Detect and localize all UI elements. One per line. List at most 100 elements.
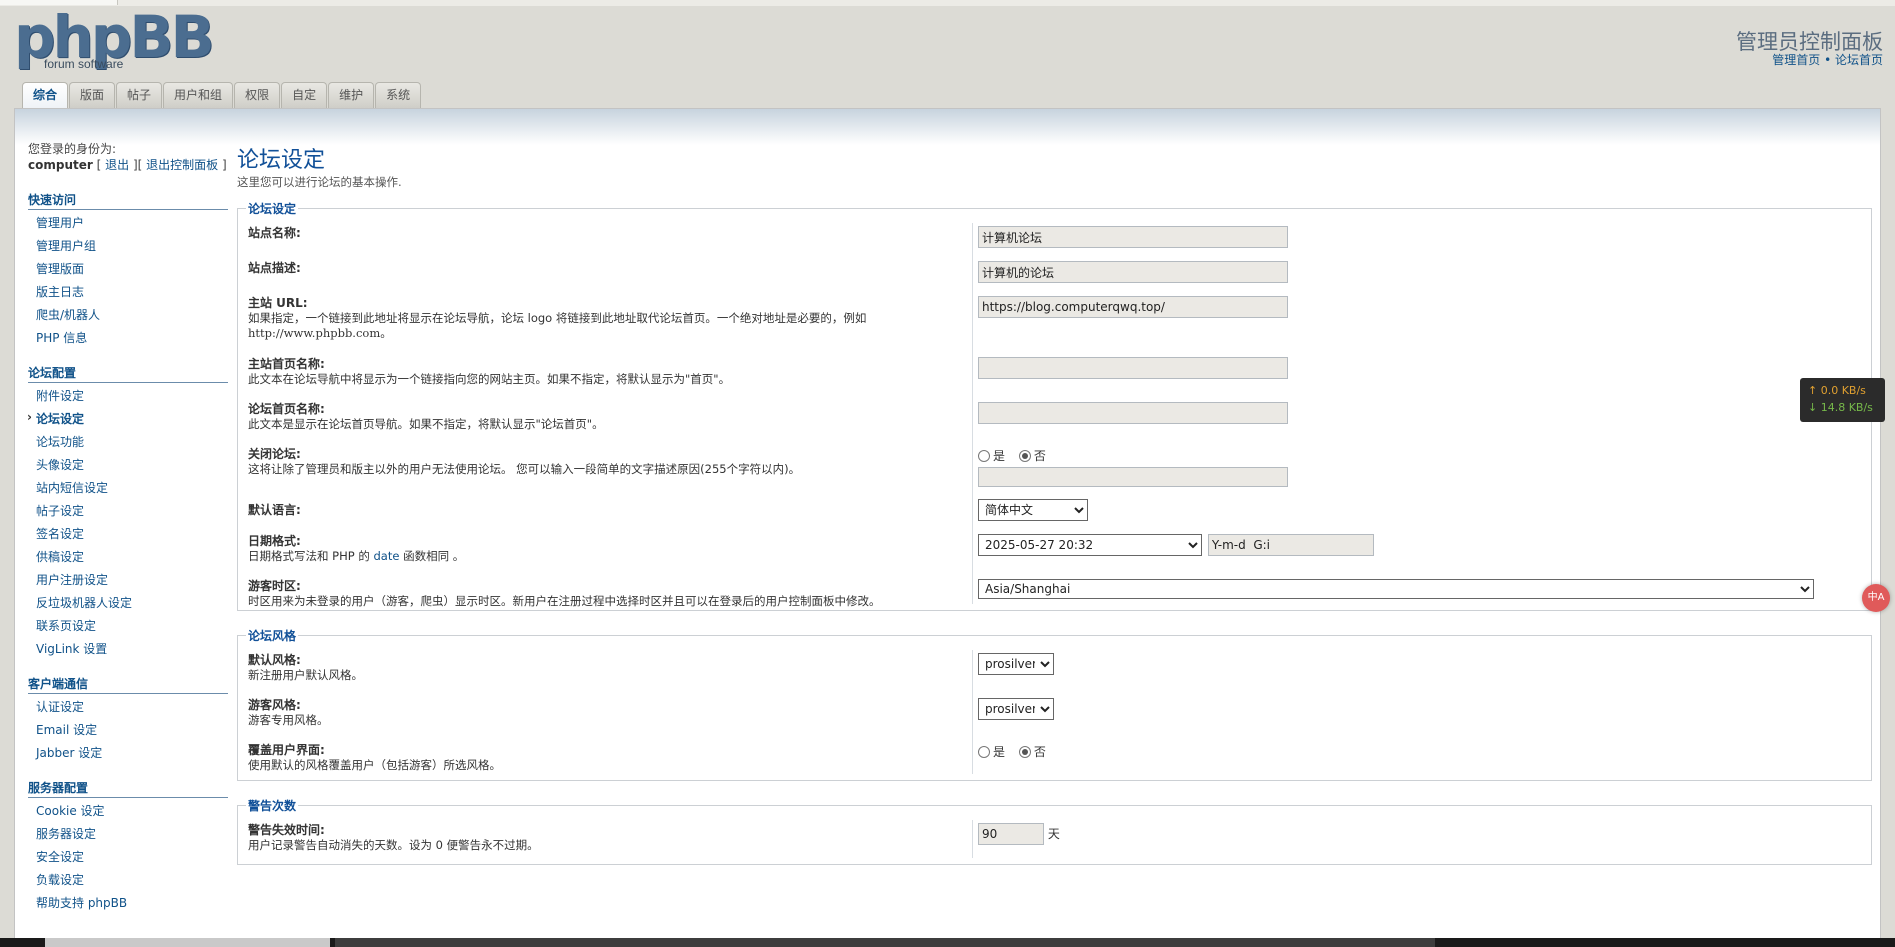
- disable-no-radio[interactable]: 否: [1018, 447, 1046, 464]
- tab-system[interactable]: 系统: [375, 82, 422, 108]
- sidebar-item-php-info[interactable]: PHP 信息: [28, 327, 228, 350]
- override-yes-radio[interactable]: 是: [978, 743, 1005, 760]
- sidebar-item-avatars[interactable]: 头像设定: [28, 454, 228, 477]
- acp-index-link[interactable]: 管理首页: [1772, 53, 1820, 67]
- sidebar-item-server[interactable]: 服务器设定: [28, 823, 228, 846]
- desc-guest-timezone: 时区用来为未登录的用户（游客，爬虫）显示时区。新用户在注册过程中选择时区并且可以…: [248, 594, 881, 608]
- tab-general[interactable]: 综合: [22, 82, 69, 109]
- row-board-index: 论坛首页名称: 此文本是显示在论坛首页导航。如果不指定，将默认显示"论坛首页"。: [238, 399, 1871, 444]
- sidebar-item-attachments[interactable]: 附件设定: [28, 385, 228, 408]
- board-index-input[interactable]: [978, 402, 1288, 424]
- sidebar-item-jabber[interactable]: Jabber 设定: [28, 742, 228, 765]
- label-site-name: 站点名称:: [248, 226, 301, 240]
- sidebar-item-spambot[interactable]: 反垃圾机器人设定: [28, 592, 228, 615]
- row-override-style: 覆盖用户界面: 使用默认的风格覆盖用户（包括游客）所选风格。 是 否: [238, 740, 1871, 774]
- date-format-input[interactable]: [1207, 534, 1374, 556]
- radio-dot: [978, 745, 990, 758]
- disable-msg-input[interactable]: [978, 466, 1288, 487]
- radio-label: 是: [993, 745, 1006, 759]
- sidebar-item-manage-forums[interactable]: 管理版面: [28, 258, 228, 281]
- guest-style-select[interactable]: prosilver: [978, 698, 1054, 720]
- sidebar-item-auth[interactable]: 认证设定: [28, 696, 228, 719]
- legend-board-style: 论坛风格: [248, 629, 297, 643]
- label-default-style: 默认风格:: [248, 653, 301, 667]
- default-lang-select[interactable]: 简体中文: [978, 499, 1088, 521]
- sidebar-item-signatures[interactable]: 签名设定: [28, 523, 228, 546]
- label-site-desc: 站点描述:: [248, 261, 301, 275]
- sidebar-item-pm-settings[interactable]: 站内短信设定: [28, 477, 228, 500]
- menu-head-board-config: 论坛配置: [28, 364, 228, 383]
- sidebar-item-post-settings[interactable]: 帖子设定: [28, 500, 228, 523]
- label-board-index: 论坛首页名称:: [248, 402, 325, 416]
- radio-label: 是: [993, 449, 1006, 463]
- desc-warning-expire: 用户记录警告自动消失的天数。设为 0 便警告永不过期。: [248, 838, 539, 852]
- board-index-link[interactable]: 论坛首页: [1835, 53, 1883, 67]
- tab-customise[interactable]: 自定: [281, 82, 328, 108]
- phpbb-logo[interactable]: phpBB forum software: [14, 8, 215, 74]
- user-info: 您登录的身份为: computer [ 退出 ][ 退出控制面板 ]: [28, 142, 227, 172]
- desc-site-url-example: http://www.phpbb.com。: [248, 326, 392, 340]
- crumb-separator: •: [1824, 53, 1832, 67]
- taskbar-item[interactable]: [335, 938, 1435, 947]
- site-desc-input[interactable]: [978, 261, 1288, 283]
- disable-yes-radio[interactable]: 是: [978, 447, 1005, 464]
- label-guest-style: 游客风格:: [248, 698, 301, 712]
- label-warning-expire: 警告失效时间:: [248, 823, 325, 837]
- label-default-lang: 默认语言:: [248, 503, 301, 517]
- sidebar-item-security[interactable]: 安全设定: [28, 846, 228, 869]
- main-content: 论坛设定 这里您可以进行论坛的基本操作. 论坛设定 站点名称: 站点描述: 主站…: [237, 141, 1872, 881]
- site-url-input[interactable]: [978, 296, 1288, 318]
- sidebar-item-bots[interactable]: 爬虫/机器人: [28, 304, 228, 327]
- sidebar-item-viglink[interactable]: VigLink 设置: [28, 638, 228, 661]
- desc-site-url: 如果指定，一个链接到此地址将显示在论坛导航，论坛 logo 将链接到此地址取代论…: [248, 311, 867, 325]
- taskbar-item[interactable]: [45, 938, 330, 947]
- tab-posting[interactable]: 帖子: [116, 82, 163, 108]
- desc-date-pre: 日期格式写法和 PHP 的: [248, 549, 370, 563]
- sidebar-item-board-features[interactable]: 论坛功能: [28, 431, 228, 454]
- logout-acp-link[interactable]: 退出控制面板: [146, 158, 218, 172]
- sidebar-item-manage-groups[interactable]: 管理用户组: [28, 235, 228, 258]
- sidebar-item-email[interactable]: Email 设定: [28, 719, 228, 742]
- logout-link[interactable]: 退出: [105, 158, 129, 172]
- download-speed: ↓ 14.8 KB/s: [1808, 401, 1873, 414]
- tab-forums[interactable]: 版面: [69, 82, 116, 108]
- tab-permissions[interactable]: 权限: [234, 82, 281, 108]
- site-name-input[interactable]: [978, 226, 1288, 248]
- guest-timezone-select[interactable]: Asia/Shanghai: [978, 579, 1814, 599]
- php-date-link[interactable]: date: [373, 549, 399, 563]
- translate-icon[interactable]: 中A: [1862, 584, 1890, 612]
- legend-warnings: 警告次数: [248, 799, 297, 813]
- desc-site-home: 此文本在论坛导航中将显示为一个链接指向您的网站主页。如果不指定，将默认显示为"首…: [248, 372, 731, 386]
- sidebar-menu: 您登录的身份为: computer [ 退出 ][ 退出控制面板 ] 快速访问 …: [27, 141, 228, 915]
- sidebar-item-help-phpbb[interactable]: 帮助支持 phpBB: [28, 892, 228, 915]
- sidebar-item-cookie[interactable]: Cookie 设定: [28, 800, 228, 823]
- sidebar-item-feeds[interactable]: 供稿设定: [28, 546, 228, 569]
- override-no-radio[interactable]: 否: [1018, 743, 1046, 760]
- page-explain: 这里您可以进行论坛的基本操作.: [237, 175, 402, 189]
- row-default-style: 默认风格: 新注册用户默认风格。 prosilver: [238, 650, 1871, 695]
- tab-maintenance[interactable]: 维护: [328, 82, 375, 108]
- date-format-select[interactable]: 2025-05-27 20:32: [978, 534, 1202, 556]
- row-site-desc: 站点描述:: [238, 258, 1871, 293]
- sidebar-item-load[interactable]: 负载设定: [28, 869, 228, 892]
- sidebar-item-contact[interactable]: 联系页设定: [28, 615, 228, 638]
- sidebar-item-registration[interactable]: 用户注册设定: [28, 569, 228, 592]
- sidebar-item-board-settings[interactable]: 论坛设定: [27, 408, 228, 431]
- sidebar-item-manage-users[interactable]: 管理用户: [28, 212, 228, 235]
- fieldset-board-settings: 论坛设定 站点名称: 站点描述: 主站 URL: 如果指定，一个链接到此地址将显…: [237, 200, 1872, 611]
- desc-disable-board: 这将让除了管理员和版主以外的用户无法使用论坛。 您可以输入一段简单的文字描述原因…: [248, 462, 801, 476]
- warning-expire-input[interactable]: [978, 823, 1044, 845]
- label-override-style: 覆盖用户界面:: [248, 743, 325, 757]
- network-speed-widget: ↑ 0.0 KB/s ↓ 14.8 KB/s: [1800, 378, 1885, 422]
- menu-head-client-comm: 客户端通信: [28, 675, 228, 694]
- desc-default-style: 新注册用户默认风格。: [248, 668, 363, 682]
- row-warning-expire: 警告失效时间: 用户记录警告自动消失的天数。设为 0 便警告永不过期。 天: [238, 820, 1871, 858]
- menu-head-server-config: 服务器配置: [28, 779, 228, 798]
- sidebar-item-mod-log[interactable]: 版主日志: [28, 281, 228, 304]
- site-home-input[interactable]: [978, 357, 1288, 379]
- default-style-select[interactable]: prosilver: [978, 653, 1054, 675]
- browser-tab-strip: [0, 0, 1895, 6]
- logged-in-label: 您登录的身份为:: [28, 142, 117, 156]
- desc-override-style: 使用默认的风格覆盖用户（包括游客）所选风格。: [248, 758, 501, 772]
- tab-users-groups[interactable]: 用户和组: [163, 82, 234, 108]
